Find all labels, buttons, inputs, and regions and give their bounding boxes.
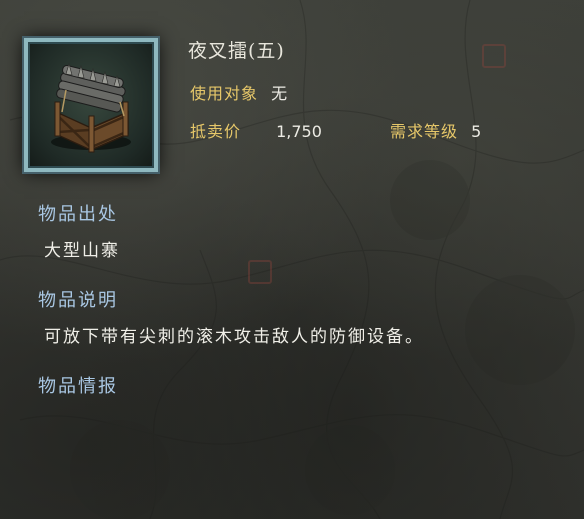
- required-level-label: 需求等级: [390, 122, 459, 141]
- required-level-value: 5: [471, 122, 482, 141]
- use-target-row: 使用对象 无: [190, 80, 287, 104]
- use-target-label: 使用对象: [190, 84, 259, 103]
- item-name: 夜叉擂(五): [188, 40, 285, 62]
- sell-price-row: 抵卖价 1,750: [190, 118, 322, 142]
- origin-title: 物品出处: [38, 204, 118, 225]
- use-target-value: 无: [271, 84, 288, 103]
- description-title: 物品说明: [38, 290, 118, 311]
- intel-title: 物品情报: [38, 376, 118, 397]
- map-seal-icon: [248, 259, 272, 284]
- description-text: 可放下带有尖刺的滚木攻击敌人的防御设备。: [44, 327, 424, 347]
- map-label-watermark: [248, 258, 276, 284]
- map-label-watermark: [482, 42, 510, 68]
- item-tooltip-panel: 夜叉擂(五) 使用对象 无 抵卖价 1,750 需求等级 5 物品出处 大型山寨…: [0, 0, 584, 519]
- origin-text: 大型山寨: [44, 241, 120, 261]
- sell-price-value: 1,750: [276, 122, 322, 141]
- map-seal-icon: [482, 43, 506, 68]
- item-icon-frame: [24, 38, 158, 172]
- sell-price-label: 抵卖价: [190, 122, 242, 141]
- spiked-log-trap-icon: [51, 62, 131, 153]
- required-level-row: 需求等级 5: [390, 118, 481, 142]
